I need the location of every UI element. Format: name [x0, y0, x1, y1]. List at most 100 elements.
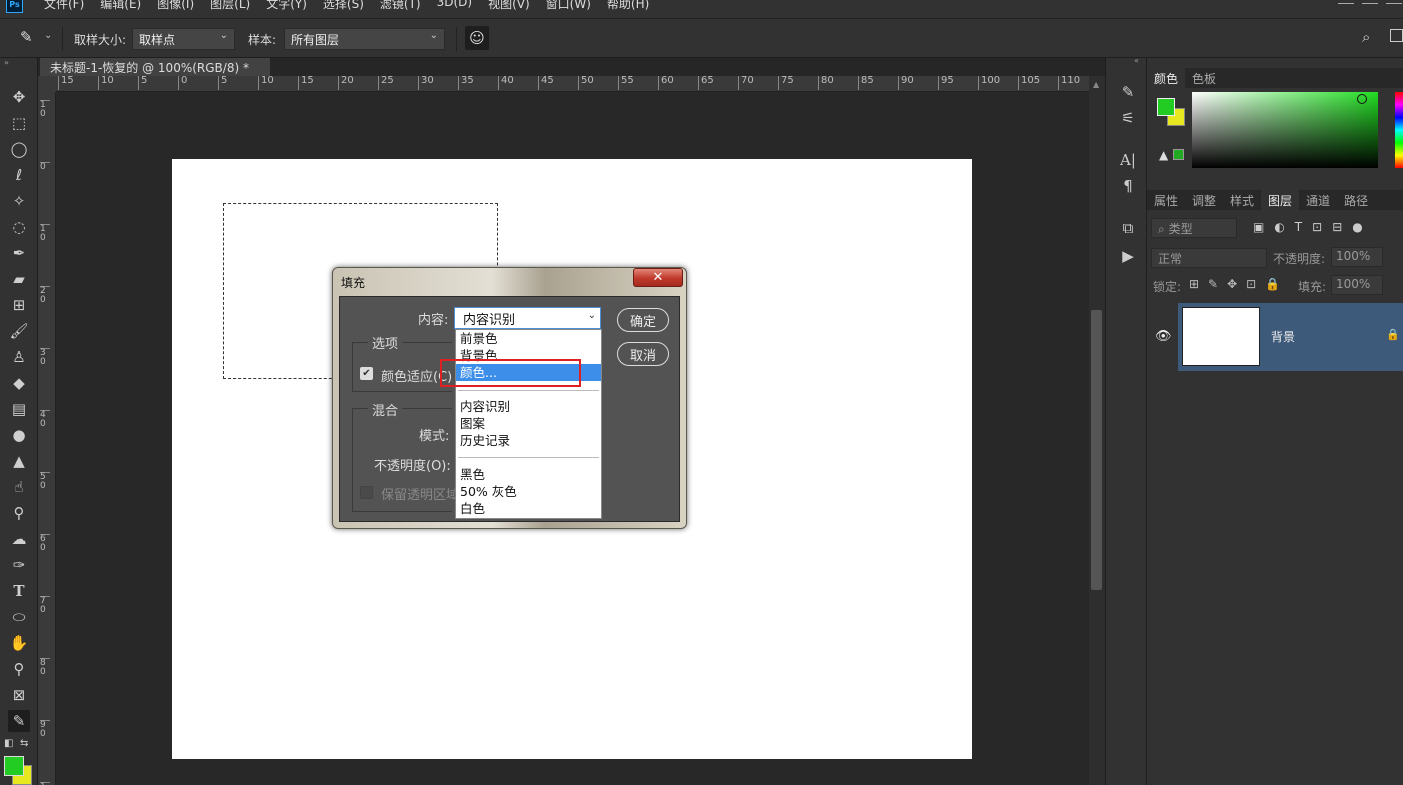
menu-3d[interactable]: 3D(D) [437, 0, 472, 12]
dropdown-item-foreground[interactable]: 前景色 [456, 330, 601, 347]
character-icon[interactable]: A| [1118, 150, 1138, 170]
clone-stamp-tool-icon[interactable]: ♙ [8, 346, 30, 368]
dropdown-item-history[interactable]: 历史记录 [456, 432, 601, 449]
dropdown-item-pattern[interactable]: 图案 [456, 415, 601, 432]
swap-colors-icon[interactable]: ⇆ [20, 738, 28, 749]
tab-layers[interactable]: 图层 [1261, 190, 1300, 210]
menu-view[interactable]: 视图(V) [488, 0, 530, 12]
cancel-button[interactable]: 取消 [617, 342, 669, 366]
sample-size-select[interactable]: 取样点 ⌄ [132, 28, 235, 50]
sample-select[interactable]: 所有图层 ⌄ [284, 28, 445, 50]
gamut-warning-icon[interactable]: ▲ [1159, 148, 1168, 162]
eraser-tool-icon[interactable]: ◆ [8, 372, 30, 394]
layer-filter-icons[interactable]: ▣◐T⊡⊟● [1253, 220, 1373, 234]
foreground-color-swatch[interactable] [4, 756, 24, 776]
dialog-close-button[interactable]: ✕ [633, 268, 683, 287]
scroll-up-icon[interactable]: ▲ [1093, 80, 1099, 89]
gradient-tool-icon[interactable]: ▤ [8, 398, 30, 420]
hand-tool-icon[interactable]: ✋ [8, 632, 30, 654]
collapse-icon[interactable]: » [4, 58, 9, 67]
default-colors-icon[interactable]: ◧ [4, 738, 13, 749]
lock-icons[interactable]: ⊞✎✥⊡🔒 [1189, 277, 1289, 291]
ruler-tick-label: 10 [258, 76, 274, 90]
ok-button[interactable]: 确定 [617, 308, 669, 332]
paragraph-icon[interactable]: ¶ [1118, 176, 1138, 196]
layer-comps-icon[interactable]: ⧉ [1118, 218, 1138, 238]
menu-image[interactable]: 图像(I) [157, 0, 194, 12]
close-window-button[interactable] [1386, 0, 1402, 4]
chevron-down-icon[interactable]: ⌄ [44, 30, 52, 41]
scrollbar-thumb[interactable] [1091, 310, 1102, 590]
dodge-tool-icon[interactable]: ⚲ [8, 502, 30, 524]
preserve-transparency-label: 保留透明区域 [381, 488, 460, 503]
document-tab[interactable]: 未标题-1-恢复的 @ 100%(RGB/8) * × [40, 58, 270, 90]
color-picker-cursor[interactable] [1357, 94, 1367, 104]
quick-selection-tool-icon[interactable]: ◌ [8, 216, 30, 238]
sponge-tool-icon[interactable]: ☁ [8, 528, 30, 550]
dropdown-item-black[interactable]: 黑色 [456, 466, 601, 483]
magic-wand-tool-icon[interactable]: ✧ [8, 190, 30, 212]
tab-channels[interactable]: 通道 [1299, 190, 1337, 210]
web-safe-color-swatch[interactable] [1173, 149, 1184, 160]
workspace-icon[interactable] [1390, 29, 1403, 42]
sample-label: 样本: [248, 33, 277, 47]
fill-input[interactable]: 100% [1331, 275, 1383, 295]
opacity-input[interactable]: 100% [1331, 247, 1383, 267]
menu-layer[interactable]: 图层(L) [210, 0, 250, 12]
eyedropper-tool-icon[interactable]: ✎ [8, 710, 30, 732]
brush-tool-icon[interactable]: 🖌 [8, 320, 30, 342]
tab-adjustments[interactable]: 调整 [1185, 190, 1223, 210]
brush-settings-icon[interactable]: ✎ [1118, 82, 1138, 102]
zoom-tool-icon[interactable]: ⚲ [8, 658, 30, 680]
move-tool-icon[interactable]: ✥ [8, 86, 30, 108]
blur-tool-icon[interactable]: ● [8, 424, 30, 446]
sharpen-tool-icon[interactable]: ▲ [8, 450, 30, 472]
tab-color[interactable]: 颜色 [1147, 68, 1186, 88]
adjustments-sliders-icon[interactable]: ⚟ [1118, 108, 1138, 128]
smudge-tool-icon[interactable]: ☝ [8, 476, 30, 498]
menu-help[interactable]: 帮助(H) [607, 0, 649, 12]
collapse-icon[interactable]: « [1134, 56, 1139, 65]
marquee-tool-icon[interactable]: ⬚ [8, 112, 30, 134]
hue-slider[interactable] [1395, 92, 1403, 168]
menu-select[interactable]: 选择(S) [323, 0, 364, 12]
menu-filter[interactable]: 滤镜(T) [380, 0, 421, 12]
menu-edit[interactable]: 编辑(E) [100, 0, 141, 12]
ruler-tick-label: 2 0 [40, 286, 50, 305]
menu-window[interactable]: 窗口(W) [546, 0, 591, 12]
dropdown-item-content-aware[interactable]: 内容识别 [456, 398, 601, 415]
ellipse-tool-icon[interactable]: ⬭ [8, 606, 30, 628]
sampling-ring-icon[interactable]: ☺ [465, 26, 489, 50]
preserve-transparency-checkbox[interactable] [360, 486, 373, 499]
minimize-button[interactable] [1338, 0, 1354, 4]
pen-tool-icon[interactable]: ✑ [8, 554, 30, 576]
elliptical-marquee-tool-icon[interactable]: ◯ [8, 138, 30, 160]
eyedropper-tool-preset-icon[interactable]: ✎ [20, 28, 33, 46]
ruler-tick-label: 35 [458, 76, 474, 90]
pen-select-tool-icon[interactable]: ✒ [8, 242, 30, 264]
menu-file[interactable]: 文件(F) [44, 0, 84, 12]
tab-properties[interactable]: 属性 [1147, 190, 1185, 210]
dropdown-item-white[interactable]: 白色 [456, 500, 601, 517]
eye-visibility-icon[interactable]: 👁 [1155, 329, 1172, 344]
dropdown-item-gray[interactable]: 50% 灰色 [456, 483, 601, 500]
frame-tool-icon[interactable]: ⊠ [8, 684, 30, 706]
layer-filter-select[interactable]: ⌕ 类型 [1151, 218, 1237, 238]
tab-styles[interactable]: 样式 [1223, 190, 1261, 210]
patch-tool-icon[interactable]: ⊞ [8, 294, 30, 316]
healing-brush-tool-icon[interactable]: ▰ [8, 268, 30, 290]
color-picker-field[interactable] [1192, 92, 1378, 168]
search-icon[interactable]: ⌕ [1362, 28, 1370, 46]
panel-foreground-swatch[interactable] [1157, 98, 1175, 116]
lasso-tool-icon[interactable]: ℓ [8, 164, 30, 186]
menu-type[interactable]: 文字(Y) [266, 0, 307, 12]
content-select[interactable]: 内容识别 ⌄ [454, 307, 601, 329]
type-tool-icon[interactable]: T [8, 580, 30, 602]
blend-mode-select[interactable]: 正常 [1151, 248, 1267, 268]
actions-play-icon[interactable]: ▶ [1118, 246, 1138, 266]
content-label: 内容: [418, 313, 449, 328]
tab-paths[interactable]: 路径 [1337, 190, 1375, 210]
color-adapt-checkbox[interactable]: ✔ [360, 367, 373, 380]
maximize-button[interactable] [1362, 0, 1378, 4]
tab-swatches[interactable]: 色板 [1185, 68, 1223, 88]
